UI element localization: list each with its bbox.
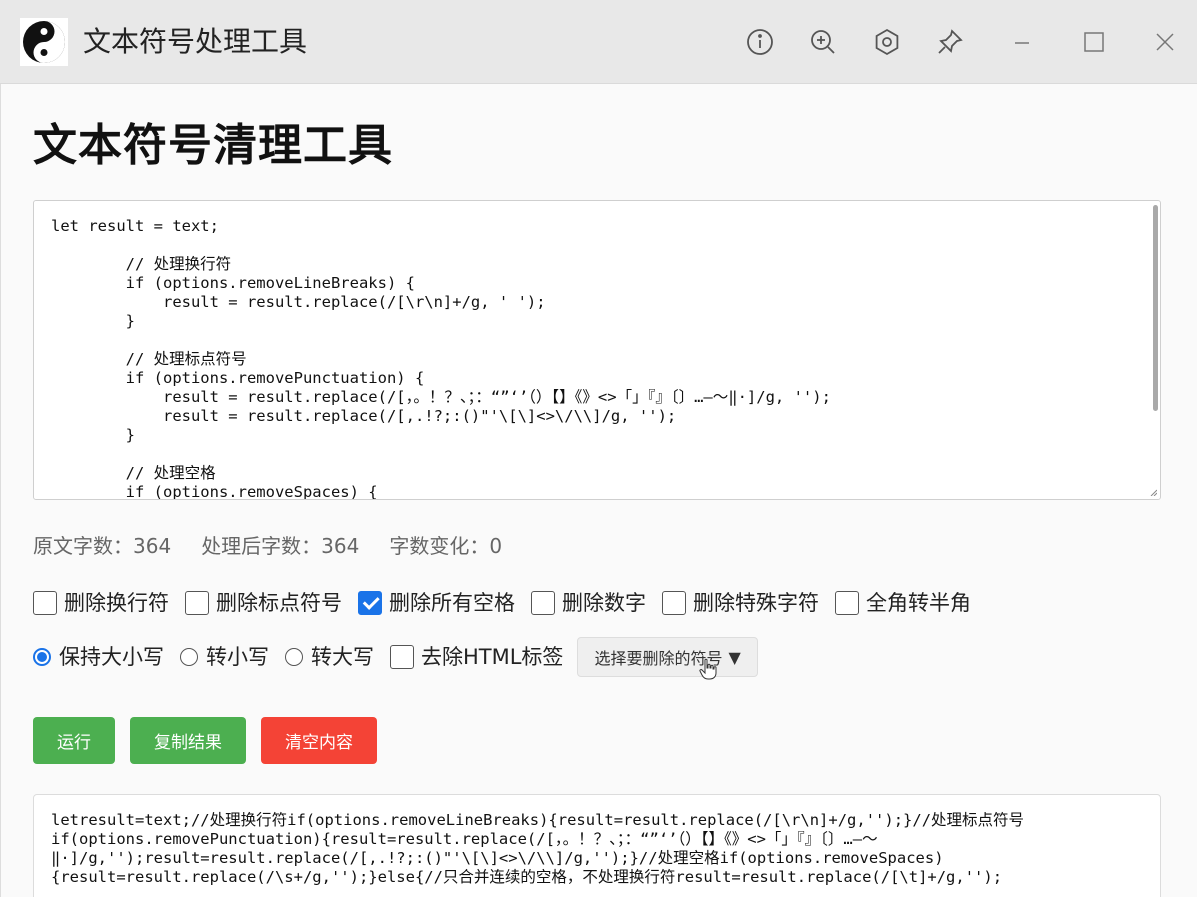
radio[interactable] bbox=[180, 648, 198, 666]
option-strip-html[interactable]: 去除HTML标签 bbox=[390, 642, 563, 672]
close-button[interactable] bbox=[1145, 22, 1185, 62]
checkbox[interactable] bbox=[33, 591, 57, 615]
maximize-icon bbox=[1084, 32, 1104, 52]
zoom-in-icon bbox=[811, 30, 835, 54]
processed-count: 处理后字数：364 bbox=[201, 534, 360, 558]
dropdown-arrow-icon: ▼ bbox=[728, 647, 741, 667]
page-title: 文本符号清理工具 bbox=[33, 120, 393, 171]
input-text[interactable]: let result = text; // 处理换行符 if (options.… bbox=[34, 201, 1160, 499]
option-remove-linebreaks[interactable]: 删除换行符 bbox=[33, 588, 169, 618]
options-row-2: 保持大小写 转小写 转大写 去除HTML标签 选择要删除的符号 ▼ bbox=[33, 637, 758, 677]
option-remove-numbers[interactable]: 删除数字 bbox=[531, 588, 646, 618]
zoom-in-button[interactable] bbox=[803, 22, 843, 62]
radio-lowercase[interactable]: 转小写 bbox=[180, 642, 269, 672]
copy-result-button[interactable]: 复制结果 bbox=[130, 717, 246, 764]
minimize-button[interactable] bbox=[1002, 22, 1042, 62]
checkbox[interactable] bbox=[390, 645, 414, 669]
title-bar: 文本符号处理工具 bbox=[0, 0, 1197, 84]
option-remove-punctuation[interactable]: 删除标点符号 bbox=[185, 588, 342, 618]
hand-cursor-icon bbox=[699, 658, 717, 680]
pin-button[interactable] bbox=[930, 22, 970, 62]
resize-grip-icon[interactable] bbox=[1149, 488, 1157, 496]
char-stats: 原文字数：364 处理后字数：364 字数变化：0 bbox=[33, 532, 502, 560]
output-box[interactable]: letresult=text;//处理换行符if(options.removeL… bbox=[33, 794, 1161, 897]
original-count: 原文字数：364 bbox=[33, 534, 172, 558]
info-icon bbox=[747, 29, 773, 55]
output-text: letresult=text;//处理换行符if(options.removeL… bbox=[51, 811, 1025, 886]
run-button[interactable]: 运行 bbox=[33, 717, 115, 764]
yin-yang-icon bbox=[20, 18, 68, 66]
radio[interactable] bbox=[285, 648, 303, 666]
symbol-select-dropdown[interactable]: 选择要删除的符号 ▼ bbox=[577, 637, 758, 677]
close-icon bbox=[1156, 33, 1174, 51]
option-remove-spaces[interactable]: 删除所有空格 bbox=[358, 588, 515, 618]
options-row-1: 删除换行符 删除标点符号 删除所有空格 删除数字 删除特殊字符 全角转半角 bbox=[33, 588, 987, 618]
option-fullwidth-to-halfwidth[interactable]: 全角转半角 bbox=[835, 588, 971, 618]
checkbox-checked[interactable] bbox=[358, 591, 382, 615]
clear-content-button[interactable]: 清空内容 bbox=[261, 717, 377, 764]
radio-uppercase[interactable]: 转大写 bbox=[285, 642, 374, 672]
minimize-icon bbox=[1015, 42, 1029, 44]
checkbox[interactable] bbox=[835, 591, 859, 615]
checkbox[interactable] bbox=[662, 591, 686, 615]
settings-icon bbox=[875, 28, 899, 56]
input-textarea[interactable]: let result = text; // 处理换行符 if (options.… bbox=[33, 200, 1161, 500]
main-content: 文本符号清理工具 let result = text; // 处理换行符 if … bbox=[0, 84, 1197, 897]
editor-scrollbar[interactable] bbox=[1153, 205, 1158, 411]
radio-checked[interactable] bbox=[33, 648, 51, 666]
radio-keep-case[interactable]: 保持大小写 bbox=[33, 642, 164, 672]
checkbox[interactable] bbox=[185, 591, 209, 615]
maximize-button[interactable] bbox=[1074, 22, 1114, 62]
window-title: 文本符号处理工具 bbox=[83, 25, 308, 58]
option-remove-special-chars[interactable]: 删除特殊字符 bbox=[662, 588, 819, 618]
checkbox[interactable] bbox=[531, 591, 555, 615]
pin-icon bbox=[938, 29, 963, 54]
info-button[interactable] bbox=[740, 22, 780, 62]
count-change: 字数变化：0 bbox=[389, 534, 503, 558]
settings-button[interactable] bbox=[867, 22, 907, 62]
